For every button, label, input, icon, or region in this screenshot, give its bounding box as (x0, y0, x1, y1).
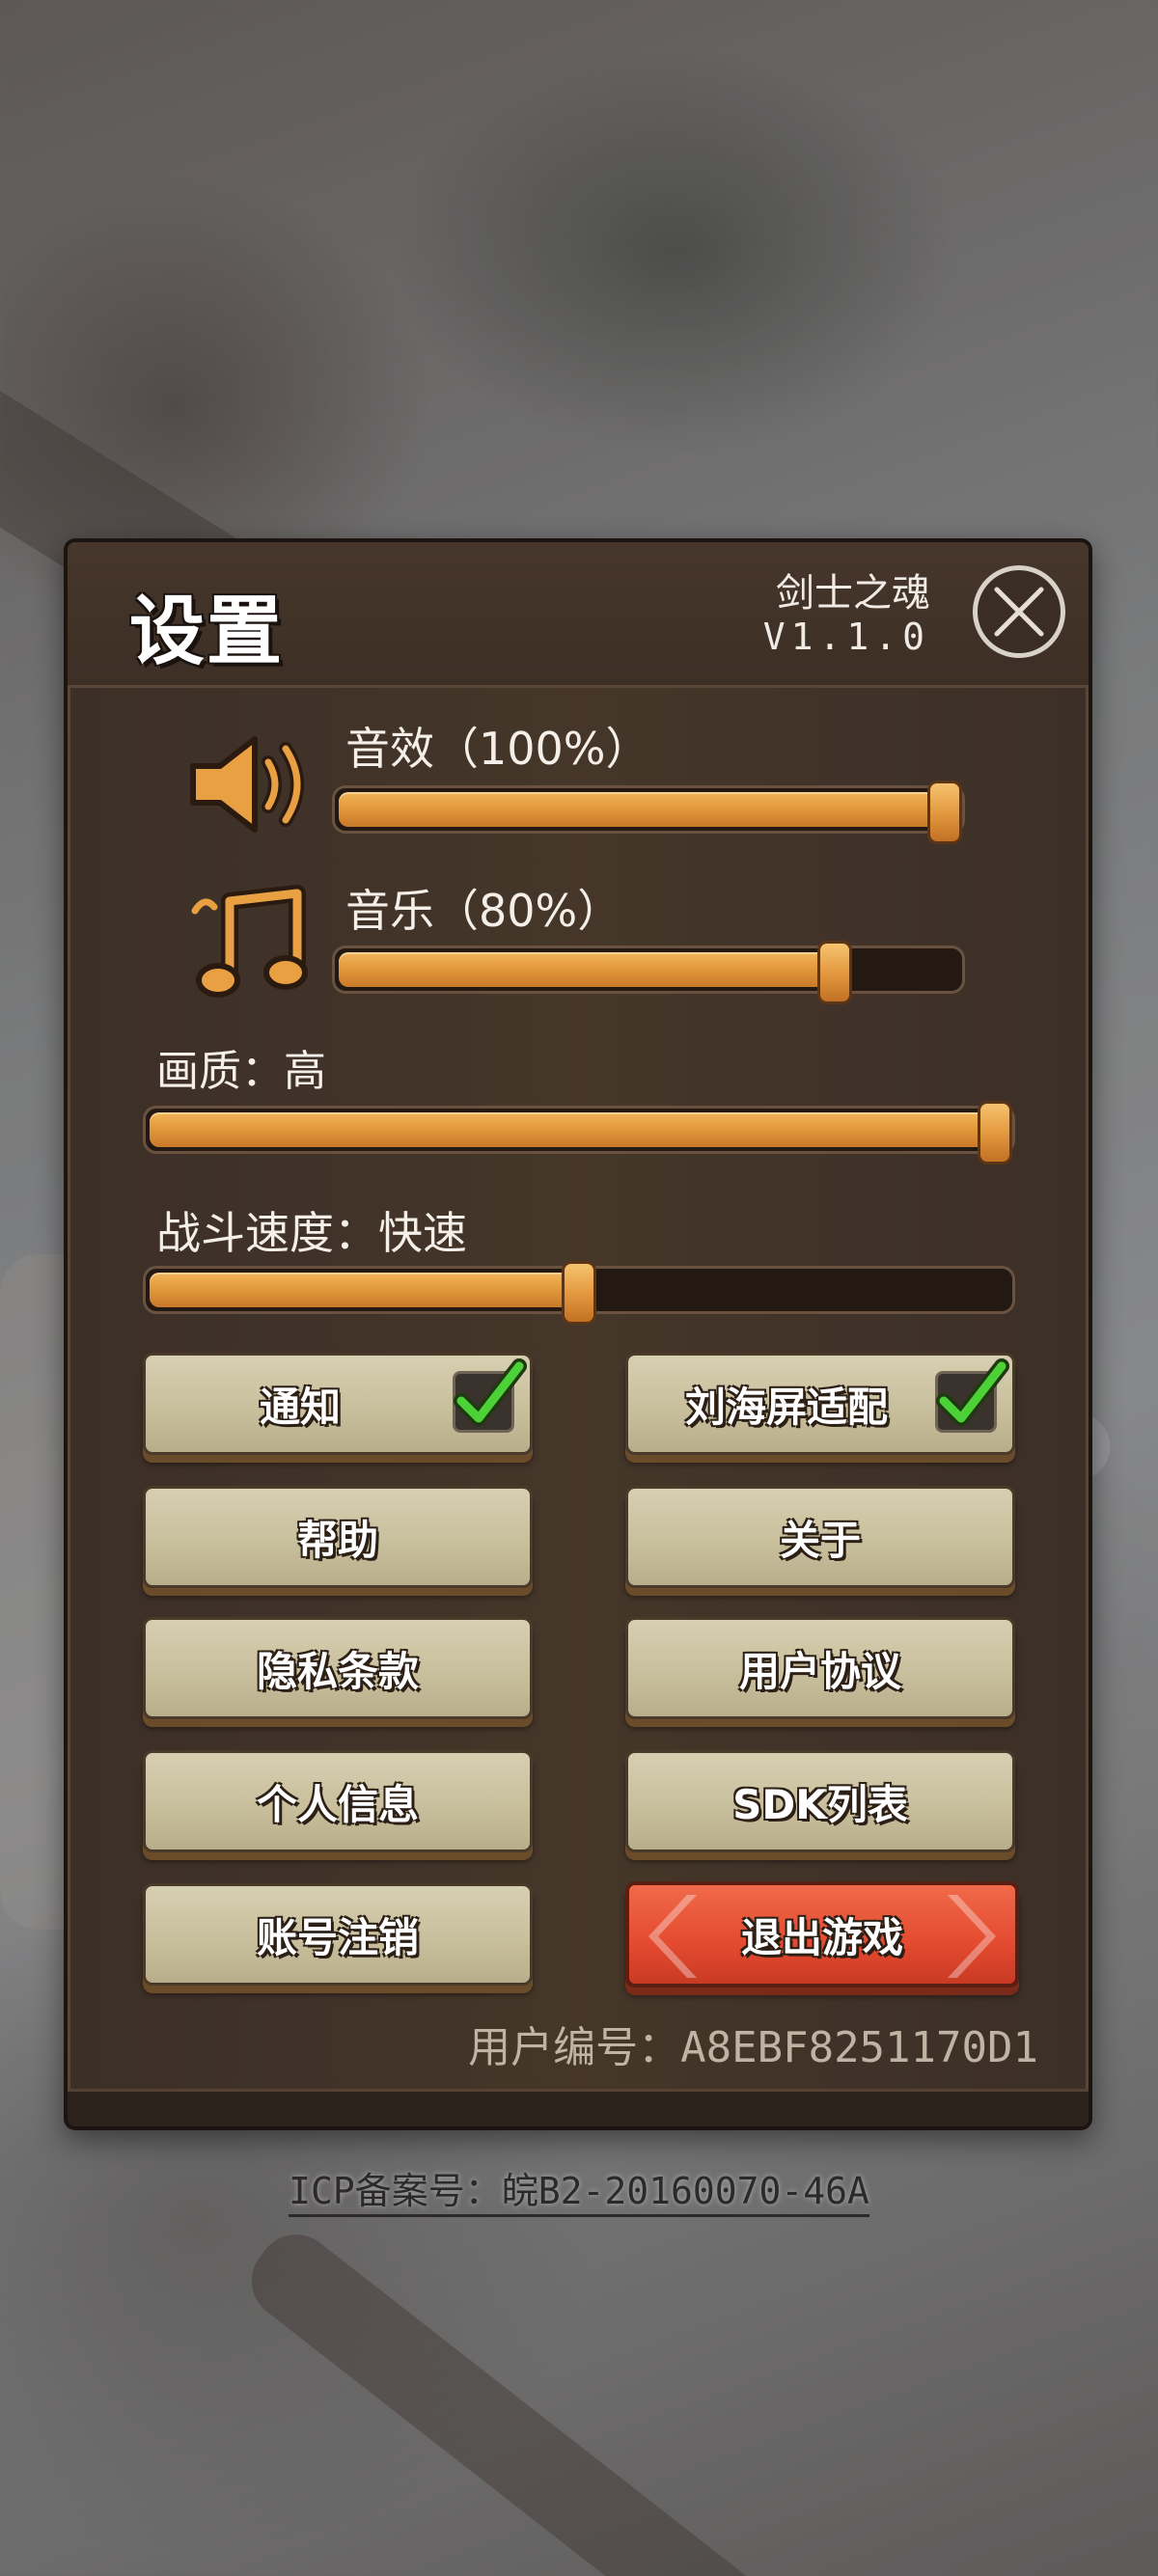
panel-footer (68, 2089, 1089, 2126)
sdk-list-button[interactable]: SDK列表 (625, 1750, 1015, 1852)
icp-license-link[interactable]: ICP备案号：皖B2-20160070-46A (0, 2161, 1158, 2217)
notification-checkbox[interactable] (453, 1358, 527, 1433)
notch-adapt-toggle[interactable]: 刘海屏适配 (625, 1353, 1015, 1455)
page-title: 设置 (129, 589, 285, 675)
notification-toggle[interactable]: 通知 (143, 1353, 533, 1455)
close-button[interactable] (973, 565, 1065, 658)
privacy-label: 隐私条款 (256, 1647, 419, 1695)
battle-speed-label: 战斗速度：快速 (156, 1207, 467, 1259)
graphics-quality-slider-fill (150, 1112, 995, 1147)
sound-effects-slider-handle[interactable] (927, 781, 962, 844)
about-label: 关于 (779, 1516, 861, 1564)
exit-game-label: 退出游戏 (740, 1913, 903, 1961)
close-icon (994, 587, 1044, 637)
account-cancel-button[interactable]: 账号注销 (143, 1883, 533, 1986)
battle-speed-slider-fill (150, 1273, 579, 1307)
music-note-icon (191, 882, 317, 1011)
music-slider-handle[interactable] (816, 941, 852, 1004)
music-label: 音乐（80%） (345, 885, 622, 937)
music-slider[interactable] (332, 941, 965, 1004)
graphics-quality-slider-handle[interactable] (978, 1101, 1012, 1165)
panel-header: 设置 剑士之魂 V1.1.0 (68, 542, 1089, 688)
help-button[interactable]: 帮助 (143, 1486, 533, 1588)
personal-info-button[interactable]: 个人信息 (143, 1750, 533, 1852)
graphics-quality-label: 画质：高 (156, 1047, 326, 1096)
exit-game-button[interactable]: 退出游戏 (625, 1881, 1019, 1987)
version-label: V1.1.0 (762, 616, 930, 658)
personal-info-label: 个人信息 (256, 1780, 419, 1828)
speaker-icon (187, 731, 313, 841)
settings-panel: 设置 剑士之魂 V1.1.0 音效（100%） 音乐（80%） 画质：高 战斗速… (64, 538, 1092, 2130)
sound-effects-slider[interactable] (332, 781, 965, 844)
checkmark-icon (936, 1358, 1009, 1426)
notch-adapt-checkbox[interactable] (935, 1358, 1009, 1433)
music-slider-fill (339, 952, 835, 987)
checkmark-icon (454, 1358, 527, 1426)
sdk-list-label: SDK列表 (732, 1780, 908, 1828)
icp-license-text: ICP备案号：皖B2-20160070-46A (289, 2170, 869, 2217)
sound-effects-label: 音效（100%） (345, 723, 650, 775)
battle-speed-slider[interactable] (143, 1261, 1015, 1325)
user-agreement-label: 用户协议 (738, 1647, 901, 1695)
sound-effects-slider-fill (339, 792, 945, 827)
game-name: 剑士之魂 (776, 571, 930, 616)
battle-speed-slider-handle[interactable] (562, 1261, 596, 1325)
user-id-label: 用户编号：A8EBF8251170D1 (468, 2023, 1038, 2072)
about-button[interactable]: 关于 (625, 1486, 1015, 1588)
account-cancel-label: 账号注销 (256, 1913, 419, 1961)
graphics-quality-slider[interactable] (143, 1101, 1015, 1165)
help-label: 帮助 (296, 1516, 378, 1564)
user-agreement-button[interactable]: 用户协议 (625, 1617, 1015, 1719)
privacy-button[interactable]: 隐私条款 (143, 1617, 533, 1719)
